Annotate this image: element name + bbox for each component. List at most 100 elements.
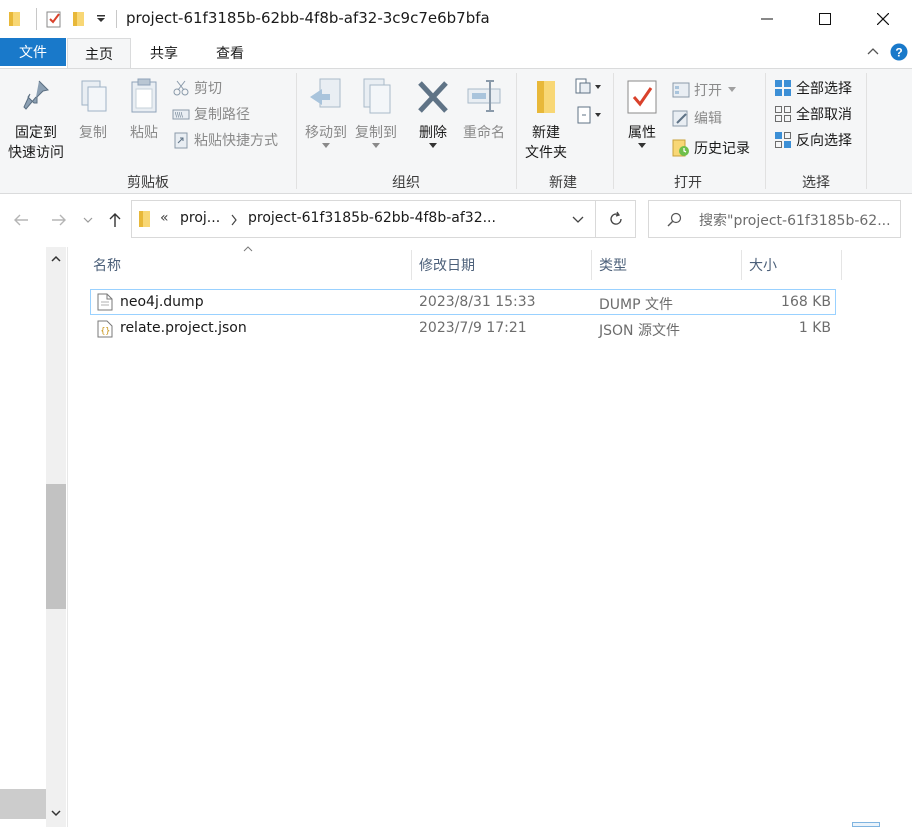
pin-to-quick-access-button[interactable]: 固定到 快速访问	[4, 77, 68, 163]
tab-view[interactable]: 查看	[200, 38, 260, 68]
new-folder-button[interactable]: 新建 文件夹	[520, 77, 572, 163]
breadcrumb-parent[interactable]: proj...	[180, 210, 220, 226]
navigation-scrollbar-thumb[interactable]	[46, 484, 66, 609]
column-separator[interactable]	[411, 250, 412, 280]
select-all-button[interactable]: 全部选择	[774, 77, 852, 99]
tab-file[interactable]: 文件	[0, 38, 66, 66]
history-label: 历史记录	[694, 141, 750, 157]
chevron-down-icon	[429, 143, 437, 148]
svg-text:\\\\: \\\\	[175, 113, 183, 120]
edit-button[interactable]: 编辑	[672, 107, 722, 129]
forward-button[interactable]	[48, 207, 70, 233]
navigation-pane-selected-item[interactable]	[0, 789, 46, 819]
tab-share[interactable]: 共享	[134, 38, 194, 68]
move-to-label: 移动到	[305, 125, 347, 141]
json-file-icon: {}	[97, 320, 113, 338]
scroll-up-icon[interactable]	[51, 254, 61, 264]
edit-label: 编辑	[694, 111, 722, 127]
new-item-dropdown[interactable]	[574, 77, 604, 101]
rename-label: 重命名	[463, 125, 505, 141]
cut-button[interactable]: 剪切	[172, 77, 222, 99]
refresh-button[interactable]	[596, 200, 636, 238]
column-header-type[interactable]: 类型	[599, 250, 739, 280]
invert-selection-icon	[775, 132, 791, 148]
view-toggle[interactable]	[852, 822, 880, 827]
paste-icon	[131, 78, 157, 113]
search-input[interactable]: 搜索"project-61f3185b-62...	[648, 200, 901, 238]
breadcrumb-current[interactable]: project-61f3185b-62bb-4f8b-af32...	[248, 210, 496, 226]
pin-label-2: 快速访问	[8, 145, 64, 161]
history-button[interactable]: 历史记录	[672, 137, 750, 159]
column-separator[interactable]	[841, 250, 842, 280]
paste-shortcut-icon	[174, 132, 188, 149]
refresh-icon	[609, 211, 622, 225]
file-icon	[97, 293, 113, 311]
copy-to-label: 复制到	[355, 125, 397, 141]
window-title: project-61f3185b-62bb-4f8b-af32-3c9c7e6b…	[126, 9, 490, 27]
column-header-name[interactable]: 名称	[93, 250, 411, 280]
new-folder-label-2: 文件夹	[525, 145, 567, 161]
copy-label: 复制	[79, 125, 107, 141]
ribbon-tabs: 文件 主页 共享 查看 ?	[0, 38, 912, 68]
properties-label: 属性	[628, 125, 656, 141]
group-separator	[613, 73, 614, 189]
svg-text:?: ?	[895, 46, 902, 60]
delete-button[interactable]: 删除	[412, 77, 454, 149]
chevron-down-icon	[638, 143, 646, 148]
new-folder-label-1: 新建	[532, 125, 560, 141]
easy-access-dropdown[interactable]	[574, 105, 604, 129]
group-label-select: 选择	[802, 175, 830, 191]
paste-shortcut-button[interactable]: 粘贴快捷方式	[172, 129, 278, 151]
column-header-size[interactable]: 大小	[749, 250, 839, 280]
chevron-down-icon	[83, 217, 93, 223]
chevron-down-icon	[372, 143, 380, 148]
invert-selection-label: 反向选择	[796, 133, 852, 149]
invert-selection-button[interactable]: 反向选择	[774, 129, 852, 151]
address-bar[interactable]: « proj... project-61f3185b-62bb-4f8b-af3…	[131, 200, 596, 238]
maximize-button[interactable]	[796, 0, 854, 38]
new-folder-icon	[537, 81, 555, 113]
minimize-button[interactable]	[738, 0, 796, 38]
breadcrumb-overflow[interactable]: «	[160, 210, 169, 226]
collapse-ribbon-chevron-icon[interactable]	[866, 44, 880, 62]
column-separator[interactable]	[741, 250, 742, 280]
group-label-clipboard: 剪贴板	[127, 175, 169, 191]
tab-home[interactable]: 主页	[67, 38, 131, 68]
chevron-right-icon[interactable]	[230, 214, 238, 226]
help-icon[interactable]: ?	[890, 43, 908, 65]
move-to-icon	[310, 78, 341, 108]
group-label-open: 打开	[674, 175, 702, 191]
copy-path-icon: \\\\	[172, 109, 190, 120]
column-header-modified[interactable]: 修改日期	[419, 250, 589, 280]
pane-divider[interactable]	[67, 247, 68, 827]
column-separator[interactable]	[591, 250, 592, 280]
paste-button[interactable]: 粘贴	[122, 77, 166, 143]
cut-label: 剪切	[194, 81, 222, 97]
move-to-button[interactable]: 移动到	[300, 77, 352, 149]
navigation-pane[interactable]	[0, 247, 46, 827]
close-button[interactable]	[854, 0, 912, 38]
select-none-button[interactable]: 全部取消	[774, 103, 852, 125]
file-modified: 2023/8/31 15:33	[419, 294, 536, 310]
open-button[interactable]: 打开	[672, 79, 740, 101]
maximize-icon	[819, 13, 831, 25]
copy-button[interactable]: 复制	[72, 77, 114, 143]
properties-quick-icon[interactable]	[45, 8, 63, 30]
pin-icon	[23, 80, 50, 110]
file-row[interactable]: {} relate.project.json 2023/7/9 17:21 JS…	[90, 316, 836, 342]
up-button[interactable]	[104, 207, 126, 233]
group-separator	[296, 73, 297, 189]
rename-button[interactable]: 重命名	[458, 77, 510, 143]
scroll-down-icon[interactable]	[51, 808, 61, 818]
copy-path-button[interactable]: \\\\ 复制路径	[172, 103, 250, 125]
copy-to-button[interactable]: 复制到	[350, 77, 402, 149]
arrow-left-icon	[14, 214, 28, 226]
properties-button[interactable]: 属性	[620, 77, 664, 149]
recent-locations-button[interactable]	[80, 207, 96, 233]
new-item-icon	[575, 78, 601, 94]
back-button[interactable]	[10, 207, 32, 233]
customize-toolbar-chevron-icon[interactable]	[96, 8, 106, 30]
new-folder-quick-icon[interactable]	[72, 8, 86, 30]
file-row[interactable]: neo4j.dump 2023/8/31 15:33 DUMP 文件 168 K…	[90, 289, 836, 315]
chevron-down-icon[interactable]	[572, 216, 584, 224]
